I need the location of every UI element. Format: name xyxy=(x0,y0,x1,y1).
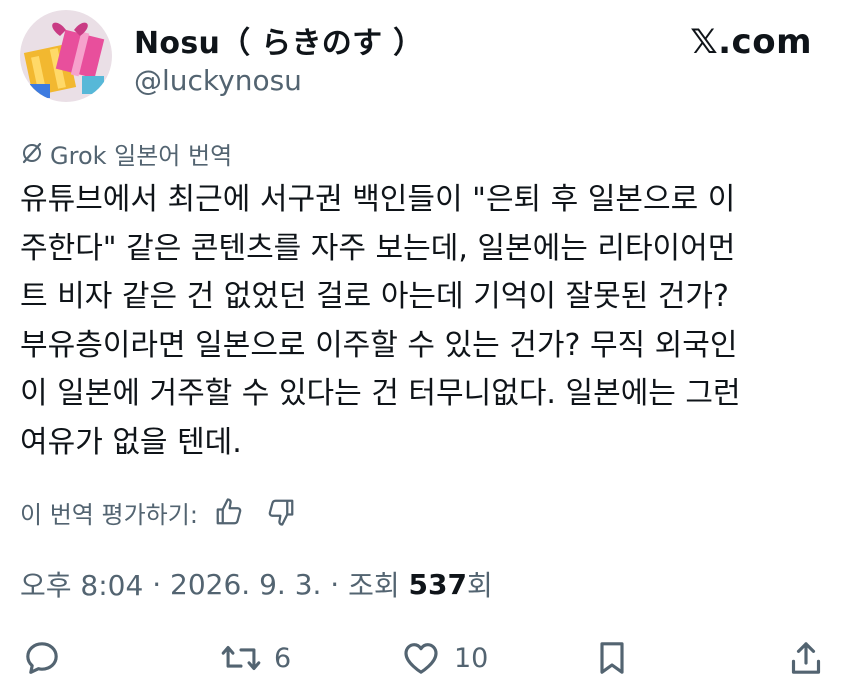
meta-space xyxy=(400,568,409,601)
like-count: 10 xyxy=(454,642,489,674)
tweet-date[interactable]: 2026. 9. 3. xyxy=(170,568,321,601)
reply-button[interactable] xyxy=(22,630,74,686)
tweet-text: 유튜브에서 최근에 서구권 백인들이 "은퇴 후 일본으로 이 주한다" 같은 … xyxy=(20,176,835,467)
tweet-line: 주한다" 같은 콘텐츠를 자주 보는데, 일본에는 리타이어먼 xyxy=(20,230,736,266)
tweet-line: 부유층이라면 일본으로 이주할 수 있는 건가? 무직 외국인 xyxy=(20,327,738,363)
like-button[interactable]: 10 xyxy=(400,630,488,686)
x-brand-logo: 𝕏.com xyxy=(690,22,812,62)
translation-label-row: Grok 일본어 번역 xyxy=(20,136,232,170)
action-bar: 6 10 xyxy=(0,630,850,686)
thumbs-down-icon xyxy=(268,499,294,526)
views-prefix: 조회 xyxy=(348,569,400,602)
views-count: 537 xyxy=(408,567,467,601)
tweet-line: 유튜브에서 최근에 서구권 백인들이 "은퇴 후 일본으로 이 xyxy=(20,182,736,217)
tweet-time[interactable]: 오후 8:04 xyxy=(20,564,143,604)
author-name[interactable]: Nosu（ らきのす ） xyxy=(134,18,423,62)
avatar[interactable] xyxy=(20,10,112,102)
heart-icon xyxy=(404,643,438,674)
tweet-meta: 오후 8:04 · 2026. 9. 3. · 조회 537 회 xyxy=(20,562,493,606)
bookmark-button[interactable] xyxy=(592,630,632,686)
meta-separator: · xyxy=(321,567,349,601)
reply-icon xyxy=(26,642,58,674)
retweet-count: 6 xyxy=(274,642,292,674)
rate-translation-label: 이 번역 평가하기: xyxy=(20,500,198,529)
share-button[interactable] xyxy=(786,630,826,686)
retweet-button[interactable]: 6 xyxy=(220,630,291,686)
meta-separator: · xyxy=(143,567,171,601)
views-suffix: 회 xyxy=(467,569,493,602)
rate-translation-row: 이 번역 평가하기: xyxy=(20,490,296,534)
tweet-line: 이 일본에 거주할 수 있다는 건 터무니없다. 일본에는 그런 xyxy=(20,376,741,411)
thumbs-up-icon xyxy=(216,498,242,525)
thumbs-up-button[interactable] xyxy=(214,497,244,527)
tweet-line: 트 비자 같은 건 없었던 걸로 아는데 기억이 잘못된 건가? xyxy=(20,279,729,314)
grok-icon xyxy=(20,141,44,165)
retweet-icon xyxy=(221,645,261,671)
translation-label: Grok 일본어 번역 xyxy=(50,141,233,170)
share-icon xyxy=(791,642,821,674)
tweet-line: 여유가 없을 텐데. xyxy=(20,424,242,460)
thumbs-down-button[interactable] xyxy=(266,497,296,527)
bookmark-icon xyxy=(600,642,624,674)
avatar-image xyxy=(20,10,112,102)
author-handle[interactable]: @luckynosu xyxy=(134,64,302,97)
